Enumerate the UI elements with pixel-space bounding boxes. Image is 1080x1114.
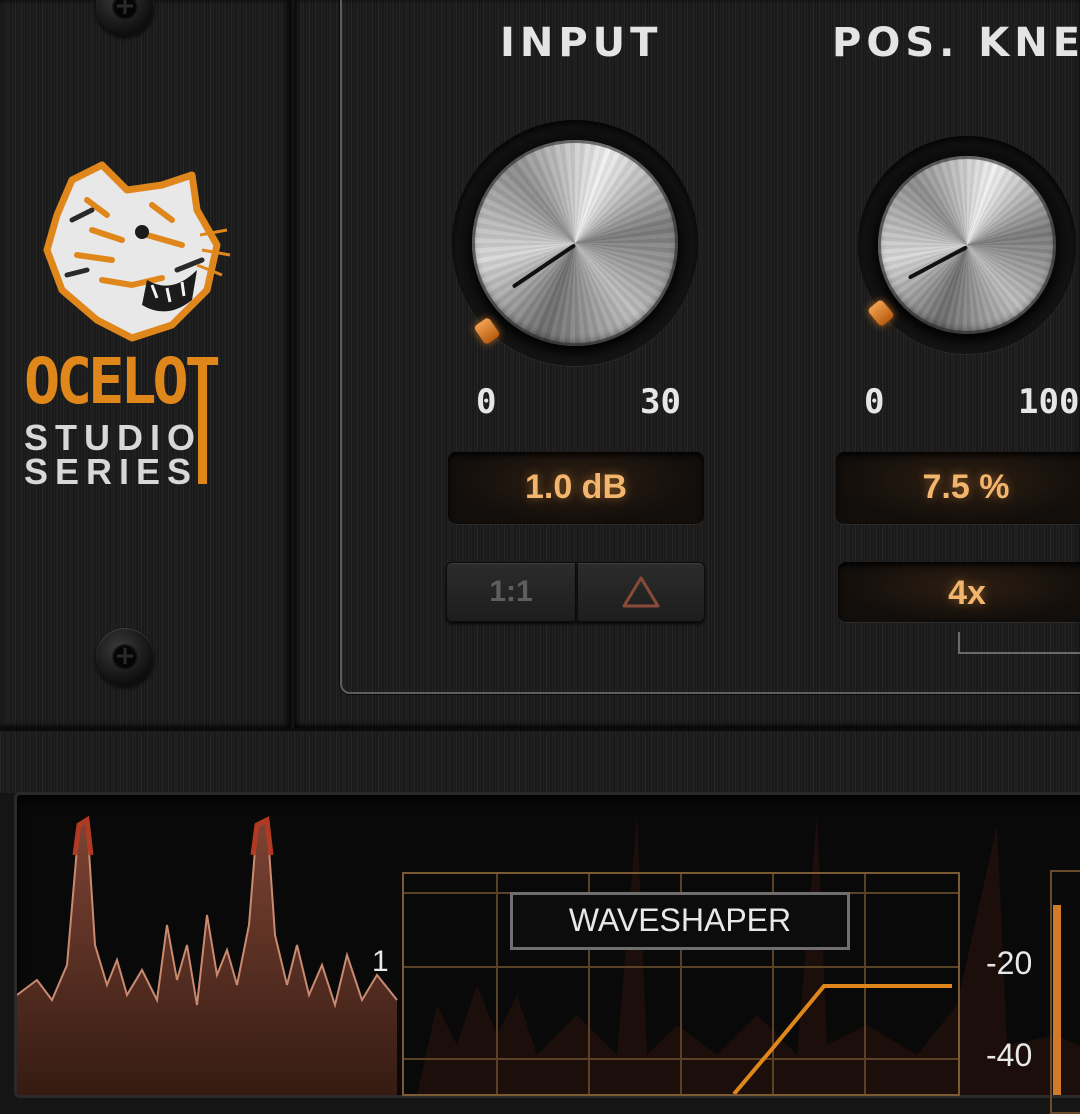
input-label: INPUT [500,20,663,66]
brand-name: OCELOT [24,345,221,419]
rack-ear-panel: OCELOT STUDIO SERIES [0,0,292,728]
input-value-readout[interactable]: 1.0 dB [448,452,704,524]
waveshaper-title-button[interactable]: WAVESHAPER [510,892,850,950]
waveshaper-axis-label: 1 [372,945,389,978]
panel-divider [0,728,1080,793]
input-scale-max: 30 [640,382,681,422]
input-scale-min: 0 [476,382,497,422]
input-knob[interactable] [472,140,678,346]
link-1-1-button[interactable]: 1:1 [446,562,576,622]
pos-knee-label: POS. KNEE [832,20,1080,66]
triangle-outline-icon [622,576,660,608]
rack-screw-top [96,0,154,36]
ocelot-head-logo-icon [43,161,231,342]
bracket-line [958,632,1080,654]
level-meter-fill [1053,905,1061,1095]
pos-knee-value-readout[interactable]: 7.5 % [836,452,1080,524]
pos-knee-scale-min: 0 [864,382,885,422]
oversampling-selector[interactable]: 4x [838,562,1080,622]
rack-screw-bottom [96,628,154,686]
pos-knee-knob[interactable] [878,156,1056,334]
delta-button[interactable] [577,562,705,622]
pos-knee-scale-max: 100 [1018,382,1080,422]
db-label-minus40: -40 [986,1037,1033,1073]
db-label-minus20: -20 [986,945,1033,981]
brand-line-series: SERIES [24,451,199,492]
